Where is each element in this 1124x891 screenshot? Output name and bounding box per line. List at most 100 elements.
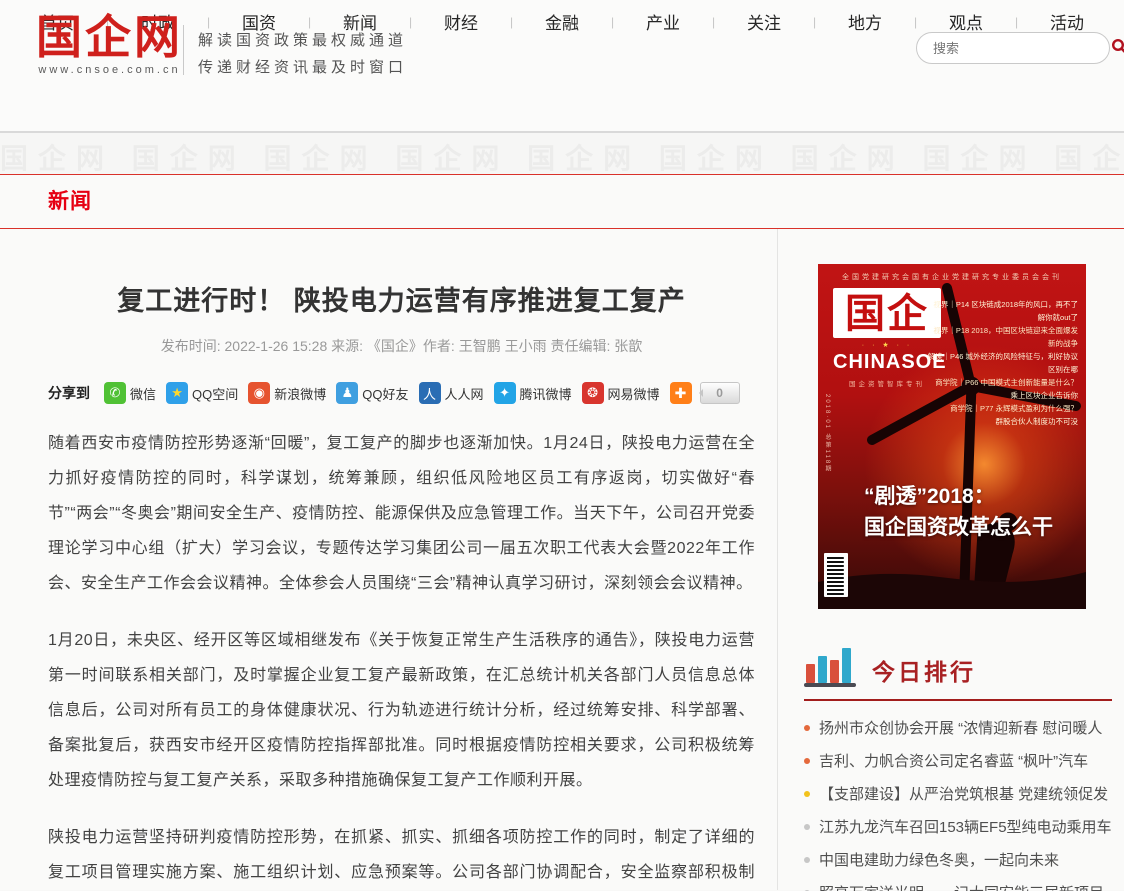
share-more-button[interactable]: ✚ bbox=[670, 382, 692, 404]
ranking-title: 今日排行 bbox=[872, 653, 976, 687]
cover-toc-line: 视界｜P18 2018，中国区块链迎来全面爆发新的战争 bbox=[926, 324, 1078, 350]
renren-icon: 人 bbox=[419, 382, 441, 404]
watermark-band: 国企网 国企网 国企网 国企网 国企网 国企网 国企网 国企网 国企网 国企网 … bbox=[0, 133, 1124, 175]
watermark-text: 国企网 国企网 国企网 国企网 国企网 国企网 国企网 国企网 国企网 国企网 … bbox=[0, 137, 1124, 175]
cover-logo-box: 国企 bbox=[833, 288, 941, 338]
share-qq-friends[interactable]: ♟ QQ好友 bbox=[336, 382, 408, 404]
nav-item-banking[interactable]: 金融 bbox=[545, 9, 579, 34]
cover-masthead-strip: 全国党建研究会国有企业党建研究专业委员会会刊 bbox=[818, 272, 1086, 282]
article-paragraph-3: 陕投电力运营坚持研判疫情防控形势，在抓紧、抓实、抓细各项防控工作的同时，制定了详… bbox=[48, 820, 755, 891]
ranking-item[interactable]: 吉利、力帆合资公司定名睿蓝 “枫叶”汽车 bbox=[804, 744, 1112, 777]
share-tencent-weibo-label: 腾讯微博 bbox=[520, 384, 572, 403]
cover-headline: “剧透”2018： 国企国资改革怎么干 bbox=[864, 481, 1053, 543]
section-header: 新闻 bbox=[0, 175, 1124, 229]
qzone-icon: ★ bbox=[166, 382, 188, 404]
search-icon bbox=[1111, 38, 1124, 58]
share-netease-weibo[interactable]: ❂ 网易微博 bbox=[582, 382, 660, 404]
share-sina-weibo-label: 新浪微博 bbox=[274, 384, 326, 403]
main-content: 复工进行时！ 陕投电力运营有序推进复工复产 发布时间: 2022-1-26 15… bbox=[0, 229, 1124, 890]
ranking-item[interactable]: 扬州市众创协会开展 “浓情迎新春 慰问暖人 bbox=[804, 711, 1112, 744]
cover-toc-line: 群股合伙人制度功不可没 bbox=[926, 415, 1078, 428]
bullet-icon bbox=[804, 791, 810, 797]
nav-separator: | bbox=[611, 15, 614, 29]
share-wechat-label: 微信 bbox=[130, 384, 156, 403]
cover-toc-line: 商学院｜P77 永辉模式盈利为什么强？ bbox=[926, 402, 1078, 415]
cover-toc: 视界｜P14 区块链成2018年的风口，再不了解你就out了 视界｜P18 20… bbox=[926, 298, 1078, 428]
nav-separator: | bbox=[510, 15, 513, 29]
ranking-header: 今日排行 bbox=[804, 647, 1112, 701]
ranking-bars-icon bbox=[804, 647, 856, 687]
ranking-item-text: 中国电建助力绿色冬奥，一起向未来 bbox=[819, 849, 1059, 870]
share-bar: 分享到 ✆ 微信 ★ QQ空间 ◉ 新浪微博 ♟ QQ好友 bbox=[48, 382, 755, 404]
cover-toc-line: 乘上区块企业告诉你 bbox=[926, 389, 1078, 402]
nav-separator: | bbox=[1015, 15, 1018, 29]
sina-weibo-icon: ◉ bbox=[248, 382, 270, 404]
magazine-cover[interactable]: 全国党建研究会国有企业党建研究专业委员会会刊 国企 · · ★ · · CHIN… bbox=[818, 264, 1086, 609]
barcode bbox=[824, 553, 848, 597]
sidebar: 全国党建研究会国有企业党建研究专业委员会会刊 国企 · · ★ · · CHIN… bbox=[777, 229, 1124, 890]
ranking-item-text: 照亮万家送光明——记大同宏能三届新项目 bbox=[819, 882, 1104, 891]
cover-headline-line2: 国企国资改革怎么干 bbox=[864, 512, 1053, 543]
ranking-item[interactable]: 江苏九龙汽车召回153辆EF5型纯电动乘用车 bbox=[804, 810, 1112, 843]
ranking-item-text: 江苏九龙汽车召回153辆EF5型纯电动乘用车 bbox=[819, 816, 1112, 837]
article-meta: 发布时间: 2022-1-26 15:28 来源: 《国企》作者: 王智鹏 王小… bbox=[48, 336, 755, 356]
site-tagline-line1: 解读国资政策最权威通道 bbox=[198, 27, 407, 54]
site-logo[interactable]: 国企网 www.cnsoe.com.cn bbox=[36, 13, 183, 76]
share-renren-label: 人人网 bbox=[445, 384, 484, 403]
share-netease-weibo-label: 网易微博 bbox=[608, 384, 660, 403]
nav-separator: | bbox=[409, 15, 412, 29]
section-title[interactable]: 新闻 bbox=[48, 190, 92, 213]
ranking-item-text: 扬州市众创协会开展 “浓情迎新春 慰问暖人 bbox=[819, 717, 1102, 738]
site-header: 国企网 www.cnsoe.com.cn 解读国资政策最权威通道 传递财经资讯最… bbox=[0, 0, 1124, 133]
nav-separator: | bbox=[712, 15, 715, 29]
page: 国企网 www.cnsoe.com.cn 解读国资政策最权威通道 传递财经资讯最… bbox=[0, 0, 1124, 891]
nav-item-industry[interactable]: 产业 bbox=[646, 9, 680, 34]
plus-icon: ✚ bbox=[675, 385, 687, 402]
article: 复工进行时！ 陕投电力运营有序推进复工复产 发布时间: 2022-1-26 15… bbox=[0, 229, 755, 890]
cover-headline-line1: “剧透”2018： bbox=[864, 481, 1053, 512]
article-paragraph-1: 随着西安市疫情防控形势逐渐“回暖”，复工复产的脚步也逐渐加快。1月24日，陕投电… bbox=[48, 426, 755, 601]
site-logo-domain: www.cnsoe.com.cn bbox=[36, 64, 183, 76]
share-wechat[interactable]: ✆ 微信 bbox=[104, 382, 156, 404]
ranking-item-text: 吉利、力帆合资公司定名睿蓝 “枫叶”汽车 bbox=[819, 750, 1088, 771]
tencent-weibo-icon: ✦ bbox=[494, 382, 516, 404]
site-tagline: 解读国资政策最权威通道 传递财经资讯最及时窗口 bbox=[198, 27, 407, 81]
nav-item-finance[interactable]: 财经 bbox=[444, 9, 478, 34]
cover-toc-line: 视界｜P14 区块链成2018年的风口，再不了解你就out了 bbox=[926, 298, 1078, 324]
logo-divider bbox=[183, 25, 184, 75]
cover-logo-subtitle: 国企资管智库专刊 bbox=[833, 378, 941, 388]
netease-weibo-icon: ❂ bbox=[582, 382, 604, 404]
nav-item-local[interactable]: 地方 bbox=[848, 9, 882, 34]
share-count-badge: 0 bbox=[700, 382, 740, 404]
share-to-label: 分享到 bbox=[48, 383, 90, 403]
ranking-item[interactable]: 中国电建助力绿色冬奥，一起向未来 bbox=[804, 843, 1112, 876]
share-sina-weibo[interactable]: ◉ 新浪微博 bbox=[248, 382, 326, 404]
share-qzone[interactable]: ★ QQ空间 bbox=[166, 382, 238, 404]
nav-item-opinion[interactable]: 观点 bbox=[949, 9, 983, 34]
bullet-icon bbox=[804, 758, 810, 764]
search-button[interactable] bbox=[1111, 38, 1124, 58]
qq-friends-icon: ♟ bbox=[336, 382, 358, 404]
cover-toc-line: 商学院｜P66 中国模式主创新能量是什么？ bbox=[926, 376, 1078, 389]
ranking-item[interactable]: 照亮万家送光明——记大同宏能三届新项目 bbox=[804, 876, 1112, 891]
nav-item-focus[interactable]: 关注 bbox=[747, 9, 781, 34]
nav-item-events[interactable]: 活动 bbox=[1050, 9, 1084, 34]
share-qzone-label: QQ空间 bbox=[192, 384, 238, 403]
cover-logo-cn: 国企 bbox=[833, 292, 941, 336]
cover-logo-en: CHINASOE bbox=[833, 351, 941, 374]
cover-toc-line: 解读｜P46 城外经济的风险特征与，利好协议区别在哪 bbox=[926, 350, 1078, 376]
share-renren[interactable]: 人 人人网 bbox=[419, 382, 484, 404]
cover-logo: 国企 · · ★ · · CHINASOE 国企资管智库专刊 bbox=[833, 288, 941, 388]
article-paragraph-2: 1月20日，未央区、经开区等区域相继发布《关于恢复正常生产生活秩序的通告》，陕投… bbox=[48, 623, 755, 798]
cover-spine-text: 2018·01 总第118期 bbox=[823, 394, 832, 473]
site-tagline-line2: 传递财经资讯最及时窗口 bbox=[198, 54, 407, 81]
ranking-item-text: 【支部建设】从严治党筑根基 党建统领促发 bbox=[819, 783, 1108, 804]
nav-separator: | bbox=[813, 15, 816, 29]
share-qq-friends-label: QQ好友 bbox=[362, 384, 408, 403]
share-tencent-weibo[interactable]: ✦ 腾讯微博 bbox=[494, 382, 572, 404]
ranking-list: 扬州市众创协会开展 “浓情迎新春 慰问暖人 吉利、力帆合资公司定名睿蓝 “枫叶”… bbox=[804, 711, 1112, 891]
site-logo-text: 国企网 bbox=[36, 13, 183, 61]
bullet-icon bbox=[804, 824, 810, 830]
ranking-item[interactable]: 【支部建设】从严治党筑根基 党建统领促发 bbox=[804, 777, 1112, 810]
search-input[interactable] bbox=[931, 40, 1111, 57]
